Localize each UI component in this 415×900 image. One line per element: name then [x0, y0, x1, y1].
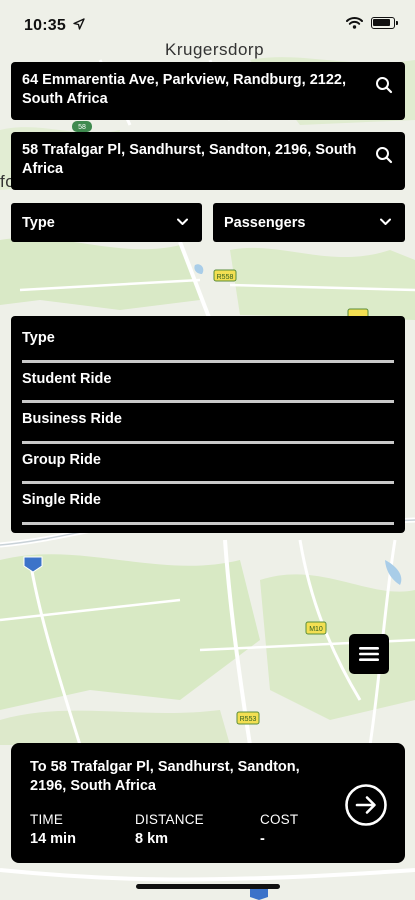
distance-stat: DISTANCE 8 km [135, 812, 204, 847]
pickup-address-text: 64 Emmarentia Ave, Parkview, Randburg, 2… [22, 72, 346, 107]
distance-label: DISTANCE [135, 812, 204, 827]
home-indicator[interactable] [136, 884, 280, 889]
type-option-group-ride[interactable]: Group Ride [22, 448, 394, 489]
battery-icon [371, 17, 398, 29]
cost-label: COST [260, 812, 299, 827]
distance-value: 8 km [135, 831, 169, 847]
type-option-student-ride[interactable]: Student Ride [22, 367, 394, 408]
type-option-business-ride[interactable]: Business Ride [22, 407, 394, 448]
wifi-icon [346, 17, 363, 29]
chevron-down-icon [380, 218, 391, 225]
time-label: TIME [30, 812, 64, 827]
cost-stat: COST - [260, 812, 298, 847]
map-city-label: Krugersdorp [165, 40, 265, 59]
svg-text:M10: M10 [309, 626, 323, 633]
cost-value: - [260, 831, 265, 847]
menu-button[interactable] [349, 634, 389, 674]
svg-text:R558: R558 [217, 274, 234, 281]
passengers-dropdown[interactable]: Passengers [213, 203, 405, 242]
search-icon[interactable] [375, 146, 393, 164]
trip-destination: To 58 Trafalgar Pl, Sandhurst, Sandton, … [30, 758, 330, 796]
time-value: 14 min [30, 831, 76, 847]
destination-address-field[interactable]: 58 Trafalgar Pl, Sandhurst, Sandton, 219… [11, 132, 405, 190]
type-dropdown[interactable]: Type [11, 203, 202, 242]
trip-destination-text: 58 Trafalgar Pl, Sandhurst, Sandton, 219… [30, 759, 300, 794]
time-stat: TIME 14 min [30, 812, 76, 847]
type-option-single-ride[interactable]: Single Ride [22, 488, 394, 529]
type-option-type[interactable]: Type [22, 326, 394, 367]
type-dropdown-label: Type [22, 214, 55, 231]
svg-text:58: 58 [78, 124, 86, 131]
passengers-dropdown-label: Passengers [224, 214, 306, 231]
type-options-list: Type Student Ride Business Ride Group Ri… [11, 316, 405, 533]
status-indicators [346, 17, 398, 29]
trip-summary-card: To 58 Trafalgar Pl, Sandhurst, Sandton, … [11, 743, 405, 863]
svg-text:R553: R553 [240, 716, 257, 723]
location-arrow-icon [73, 18, 85, 30]
search-icon[interactable] [375, 76, 393, 94]
trip-to-prefix: To [30, 759, 47, 775]
pickup-address-field[interactable]: 64 Emmarentia Ave, Parkview, Randburg, 2… [11, 62, 405, 120]
hamburger-menu-icon [359, 647, 379, 661]
arrow-right-circle-icon[interactable] [344, 783, 388, 827]
destination-address-text: 58 Trafalgar Pl, Sandhurst, Sandton, 219… [22, 142, 357, 177]
status-time: 10:35 [24, 17, 66, 34]
chevron-down-icon [177, 218, 188, 225]
